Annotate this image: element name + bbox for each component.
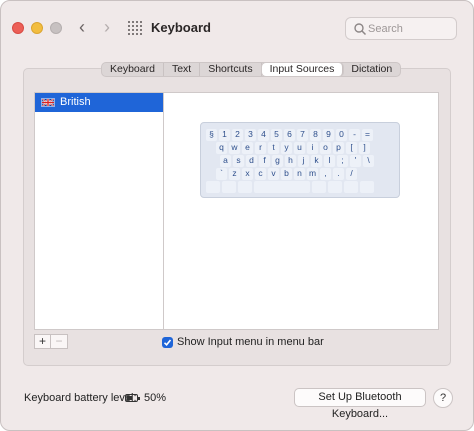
search-placeholder: Search xyxy=(368,23,403,35)
keyboard-key: w xyxy=(229,142,240,154)
keyboard-key xyxy=(360,181,374,193)
setup-bluetooth-keyboard-button[interactable]: Set Up Bluetooth Keyboard... xyxy=(294,388,426,420)
keyboard-key: m xyxy=(307,168,318,180)
keyboard-key: ` xyxy=(216,168,227,180)
tab-text[interactable]: Text xyxy=(164,63,201,76)
keyboard-key: § xyxy=(206,129,217,141)
keyboard-key: 2 xyxy=(232,129,243,141)
show-input-menu-checkbox[interactable] xyxy=(162,336,173,348)
help-button[interactable]: ? xyxy=(433,388,453,408)
keyboard-key: y xyxy=(281,142,292,154)
keyboard-key xyxy=(254,181,310,193)
keyboard-key: z xyxy=(229,168,240,180)
list-controls: + − xyxy=(34,334,68,349)
keyboard-key: s xyxy=(233,155,244,167)
battery-level-value: 50% xyxy=(144,392,167,404)
keyboard-key: f xyxy=(259,155,270,167)
keyboard-key: o xyxy=(320,142,331,154)
keyboard-key: e xyxy=(242,142,253,154)
tab-dictation[interactable]: Dictation xyxy=(343,63,400,76)
keyboard-key xyxy=(312,181,326,193)
keyboard-key: r xyxy=(255,142,266,154)
keyboard-key: k xyxy=(311,155,322,167)
keyboard-key: . xyxy=(333,168,344,180)
list-item-label: British xyxy=(60,96,91,108)
checkmark-icon xyxy=(163,338,172,346)
keyboard-key: 5 xyxy=(271,129,282,141)
remove-source-button[interactable]: − xyxy=(51,334,68,349)
keyboard-row: § 1 2 3 4 5 6 7 8 9 0- = xyxy=(206,129,394,141)
keyboard-key: - xyxy=(349,129,360,141)
keyboard-key: b xyxy=(281,168,292,180)
keyboard-key: i xyxy=(307,142,318,154)
battery-icon xyxy=(125,394,140,402)
keyboard-key: = xyxy=(362,129,373,141)
keyboard-key: t xyxy=(268,142,279,154)
keyboard-key: 4 xyxy=(258,129,269,141)
keyboard-key: l xyxy=(324,155,335,167)
keyboard-key: c xyxy=(255,168,266,180)
keyboard-key: q xyxy=(216,142,227,154)
tab-keyboard[interactable]: Keyboard xyxy=(102,63,164,76)
keyboard-key: 1 xyxy=(219,129,230,141)
keyboard-key xyxy=(238,181,252,193)
keyboard-row: ` z x c v b n m,. / xyxy=(206,168,394,180)
keyboard-key: n xyxy=(294,168,305,180)
keyboard-key: g xyxy=(272,155,283,167)
keyboard-key: 3 xyxy=(245,129,256,141)
list-item-british[interactable]: British xyxy=(35,93,163,112)
keyboard-key: u xyxy=(294,142,305,154)
keyboard-key: ' xyxy=(350,155,361,167)
search-icon xyxy=(354,23,367,36)
keyboard-key: h xyxy=(285,155,296,167)
keyboard-key: a xyxy=(220,155,231,167)
keyboard-key: x xyxy=(242,168,253,180)
keyboard-key: 8 xyxy=(310,129,321,141)
uk-flag-icon xyxy=(41,98,55,107)
keyboard-key: 9 xyxy=(323,129,334,141)
tab-shortcuts[interactable]: Shortcuts xyxy=(200,63,262,76)
keyboard-key: ] xyxy=(359,142,370,154)
keyboard-key: 7 xyxy=(297,129,308,141)
minimize-button[interactable] xyxy=(31,22,43,34)
close-button[interactable] xyxy=(12,22,24,34)
keyboard-key: v xyxy=(268,168,279,180)
keyboard-key: ; xyxy=(337,155,348,167)
back-arrow-icon[interactable]: ‹ xyxy=(73,17,91,37)
show-input-menu-label: Show Input menu in menu bar xyxy=(177,336,324,348)
keyboard-row: q w e r t y u i o p[] xyxy=(206,142,394,154)
title-bar: ‹ › Keyboard Search xyxy=(1,1,473,53)
show-all-grid-icon[interactable] xyxy=(128,21,142,35)
window-title: Keyboard xyxy=(151,20,211,35)
keyboard-row xyxy=(206,181,394,193)
input-sources-list[interactable]: British xyxy=(34,92,163,330)
zoom-button[interactable] xyxy=(50,22,62,34)
keyboard-key: 0 xyxy=(336,129,347,141)
keyboard-key xyxy=(344,181,358,193)
keyboard-row: a s d f g h j k l; ' \ xyxy=(206,155,394,167)
keyboard-key: p xyxy=(333,142,344,154)
keyboard-layout-preview: § 1 2 3 4 5 6 7 8 9 0- = q w e r t y u i o p[] a s d f g h j k l; ' \ ` z x… xyxy=(200,122,400,198)
keyboard-key: j xyxy=(298,155,309,167)
keyboard-key xyxy=(222,181,236,193)
keyboard-key xyxy=(328,181,342,193)
keyboard-key: 6 xyxy=(284,129,295,141)
forward-arrow-icon[interactable]: › xyxy=(98,17,116,37)
keyboard-key: , xyxy=(320,168,331,180)
add-source-button[interactable]: + xyxy=(34,334,51,349)
tab-input-sources[interactable]: Input Sources xyxy=(261,63,344,76)
keyboard-key xyxy=(206,181,220,193)
tab-bar: Keyboard Text Shortcuts Input Sources Di… xyxy=(101,62,402,77)
keyboard-key: \ xyxy=(363,155,374,167)
keyboard-key: / xyxy=(346,168,357,180)
show-input-menu-option[interactable]: Show Input menu in menu bar xyxy=(162,336,324,348)
keyboard-key: d xyxy=(246,155,257,167)
battery-level-label: Keyboard battery level: xyxy=(24,392,137,404)
search-field[interactable]: Search xyxy=(345,17,457,40)
keyboard-key: [ xyxy=(346,142,357,154)
keyboard-preferences-window: ‹ › Keyboard Search Keyboard Text Shortc… xyxy=(0,0,474,431)
